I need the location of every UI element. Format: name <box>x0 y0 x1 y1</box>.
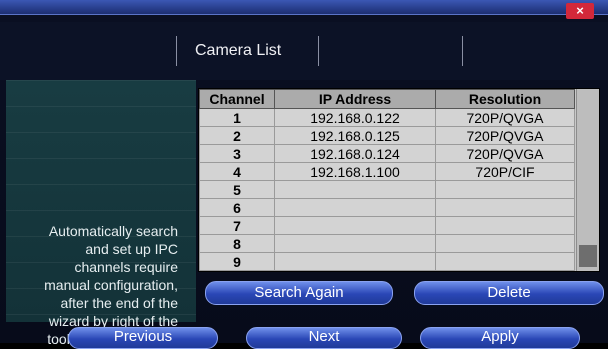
table-row[interactable]: 8 <box>199 234 575 253</box>
table-row[interactable]: 3 192.168.0.124 720P/QVGA <box>199 144 575 163</box>
resolution-cell <box>435 234 575 253</box>
help-line: after the end of the <box>60 295 178 311</box>
channel-cell: 8 <box>199 234 275 253</box>
ip-cell <box>274 180 436 199</box>
help-line: manual configuration, <box>44 277 178 293</box>
ip-cell: 192.168.0.122 <box>274 108 436 127</box>
channel-cell: 9 <box>199 252 275 271</box>
table-row[interactable]: 6 <box>199 198 575 217</box>
ip-cell <box>274 234 436 253</box>
table-row[interactable]: 4 192.168.1.100 720P/CIF <box>199 162 575 181</box>
help-line: Automatically search <box>48 223 178 239</box>
table-row[interactable]: 1 192.168.0.122 720P/QVGA <box>199 108 575 127</box>
table-header-row: Channel IP Address Resolution <box>199 89 575 109</box>
column-header-resolution[interactable]: Resolution <box>435 89 575 109</box>
resolution-cell <box>435 180 575 199</box>
header-divider <box>176 36 177 66</box>
column-header-ip[interactable]: IP Address <box>274 89 436 109</box>
ip-cell <box>274 198 436 217</box>
column-header-channel[interactable]: Channel <box>199 89 275 109</box>
ip-cell <box>274 252 436 271</box>
camera-table: Channel IP Address Resolution 1 192.168.… <box>198 88 600 272</box>
table-row[interactable]: 2 192.168.0.125 720P/QVGA <box>199 126 575 145</box>
resolution-cell <box>435 252 575 271</box>
table-row[interactable]: 9 <box>199 252 575 271</box>
close-button[interactable]: × <box>566 3 594 19</box>
channel-cell: 6 <box>199 198 275 217</box>
search-again-button[interactable]: Search Again <box>205 281 393 305</box>
table-row[interactable]: 5 <box>199 180 575 199</box>
previous-button[interactable]: Previous <box>68 327 218 349</box>
ip-cell: 192.168.1.100 <box>274 162 436 181</box>
ip-cell: 192.168.0.124 <box>274 144 436 163</box>
resolution-cell <box>435 198 575 217</box>
scrollbar-thumb[interactable] <box>579 245 597 267</box>
camera-list-table: Channel IP Address Resolution 1 192.168.… <box>199 89 575 271</box>
header-divider <box>318 36 319 66</box>
ip-cell: 192.168.0.125 <box>274 126 436 145</box>
channel-cell: 5 <box>199 180 275 199</box>
apply-button[interactable]: Apply <box>420 327 580 349</box>
page-title: Camera List <box>195 42 282 59</box>
help-line: channels require <box>74 259 178 275</box>
channel-cell: 3 <box>199 144 275 163</box>
help-line: and set up IPC <box>85 241 178 257</box>
channel-cell: 4 <box>199 162 275 181</box>
resolution-cell <box>435 216 575 235</box>
resolution-cell: 720P/QVGA <box>435 108 575 127</box>
table-scrollbar[interactable] <box>576 89 599 271</box>
ip-cell <box>274 216 436 235</box>
next-button[interactable]: Next <box>246 327 402 349</box>
resolution-cell: 720P/QVGA <box>435 126 575 145</box>
resolution-cell: 720P/QVGA <box>435 144 575 163</box>
header-strip <box>0 22 608 80</box>
channel-cell: 1 <box>199 108 275 127</box>
channel-cell: 7 <box>199 216 275 235</box>
screen: × Camera List Automatically search and s… <box>0 0 608 349</box>
header-divider <box>462 36 463 66</box>
delete-button[interactable]: Delete <box>414 281 604 305</box>
help-panel: Automatically search and set up IPC chan… <box>6 80 196 347</box>
table-row[interactable]: 7 <box>199 216 575 235</box>
channel-cell: 2 <box>199 126 275 145</box>
top-bar <box>0 0 608 15</box>
resolution-cell: 720P/CIF <box>435 162 575 181</box>
